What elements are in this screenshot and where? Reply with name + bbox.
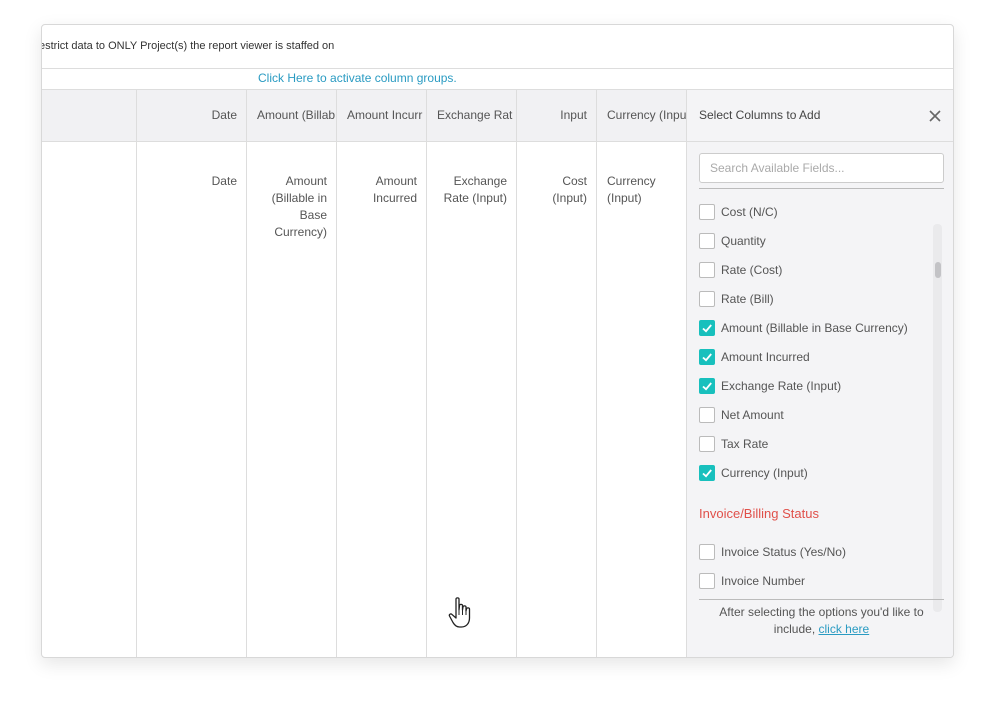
column-cell: Date: [211, 174, 237, 188]
checkbox[interactable]: [699, 291, 715, 307]
activate-column-groups-link[interactable]: Click Here to activate column groups.: [258, 71, 457, 85]
column-cell: Exchange Rate (Input): [443, 174, 507, 205]
panel-title: Select Columns to Add: [699, 108, 821, 122]
column-header[interactable]: Currency (Inpu: [597, 90, 687, 141]
field-label: Amount Incurred: [721, 350, 810, 364]
checkbox-checked[interactable]: [699, 378, 715, 394]
checkbox[interactable]: [699, 573, 715, 589]
column-amount-billable[interactable]: Amount (Billab Amount (Billable in Base …: [246, 90, 337, 657]
section-title-invoice-billing: Invoice/Billing Status: [699, 506, 819, 521]
divider: [699, 599, 944, 600]
column-exchange-rate[interactable]: Exchange Rat Exchange Rate (Input): [426, 90, 517, 657]
column-cell: Amount Incurred: [372, 174, 417, 205]
field-amount-incurred[interactable]: Amount Incurred: [699, 347, 810, 367]
scrollbar-thumb[interactable]: [935, 262, 941, 278]
checkmark-icon: [702, 469, 712, 478]
column-header[interactable]: Exchange Rat: [427, 90, 517, 141]
field-label: Net Amount: [721, 408, 784, 422]
available-fields-list: Cost (N/C) Quantity Rate (Cost) Rate (Bi…: [699, 200, 944, 590]
field-amount-billable[interactable]: Amount (Billable in Base Currency): [699, 318, 908, 338]
checkbox-checked[interactable]: [699, 349, 715, 365]
column-amount-incurred[interactable]: Amount Incurr Amount Incurred: [336, 90, 427, 657]
column-cell: Currency (Input): [607, 174, 656, 205]
field-cost-nc[interactable]: Cost (N/C): [699, 202, 778, 222]
column-cost-input[interactable]: Input Cost (Input): [516, 90, 597, 657]
checkmark-icon: [702, 324, 712, 333]
field-label: Invoice Status (Yes/No): [721, 545, 846, 559]
column-cell: Cost (Input): [552, 174, 587, 205]
field-rate-bill[interactable]: Rate (Bill): [699, 289, 774, 309]
search-available-fields-input[interactable]: [699, 153, 944, 183]
checkbox[interactable]: [699, 544, 715, 560]
checkbox-checked[interactable]: [699, 320, 715, 336]
checkbox[interactable]: [699, 262, 715, 278]
checkbox[interactable]: [699, 407, 715, 423]
divider: [699, 188, 944, 189]
column-currency-input[interactable]: Currency (Inpu Currency (Input): [596, 90, 687, 657]
fields-scrollbar[interactable]: [933, 224, 942, 612]
column-cell: Amount (Billable in Base Currency): [271, 174, 327, 239]
column-header[interactable]: Amount (Billab: [247, 90, 337, 141]
restrict-option: estrict data to ONLY Project(s) the repo…: [42, 25, 953, 69]
field-rate-cost[interactable]: Rate (Cost): [699, 260, 782, 280]
column-date[interactable]: Date Date: [136, 90, 247, 657]
field-label: Tax Rate: [721, 437, 769, 451]
close-icon[interactable]: [927, 108, 943, 124]
select-columns-panel: Select Columns to Add Cost (N/C) Quantit…: [686, 90, 953, 657]
hand-cursor-icon: [447, 596, 475, 635]
field-label: Currency (Input): [721, 466, 808, 480]
column-header[interactable]: Date: [137, 90, 247, 141]
field-label: Cost (N/C): [721, 205, 778, 219]
field-label: Amount (Billable in Base Currency): [721, 321, 908, 335]
checkbox[interactable]: [699, 204, 715, 220]
report-window: estrict data to ONLY Project(s) the repo…: [41, 24, 954, 658]
checkmark-icon: [702, 353, 712, 362]
column-header[interactable]: Input: [517, 90, 597, 141]
field-label: Exchange Rate (Input): [721, 379, 842, 393]
divider: [687, 141, 953, 142]
checkmark-icon: [702, 382, 712, 391]
checkbox[interactable]: [699, 233, 715, 249]
field-label: Invoice Number: [721, 574, 806, 588]
field-exchange-rate[interactable]: Exchange Rate (Input): [699, 376, 841, 396]
field-currency-input[interactable]: Currency (Input): [699, 463, 808, 483]
apply-click-here-link[interactable]: click here: [819, 622, 870, 636]
field-invoice-status[interactable]: Invoice Status (Yes/No): [699, 542, 846, 562]
field-invoice-number[interactable]: Invoice Number: [699, 571, 805, 590]
column-header[interactable]: Amount Incurr: [337, 90, 427, 141]
field-net-amount[interactable]: Net Amount: [699, 405, 784, 425]
field-label: Quantity: [721, 234, 766, 248]
field-quantity[interactable]: Quantity: [699, 231, 766, 251]
column-groups-bar: Click Here to activate column groups.: [42, 68, 953, 90]
restrict-label: estrict data to ONLY Project(s) the repo…: [42, 40, 335, 52]
field-label: Rate (Bill): [721, 292, 774, 306]
panel-footer: After selecting the options you'd like t…: [699, 604, 944, 638]
field-tax-rate[interactable]: Tax Rate: [699, 434, 768, 454]
report-table: Date Date Amount (Billab Amount (Billabl…: [42, 90, 686, 657]
field-label: Rate (Cost): [721, 263, 783, 277]
checkbox-checked[interactable]: [699, 465, 715, 481]
checkbox[interactable]: [699, 436, 715, 452]
